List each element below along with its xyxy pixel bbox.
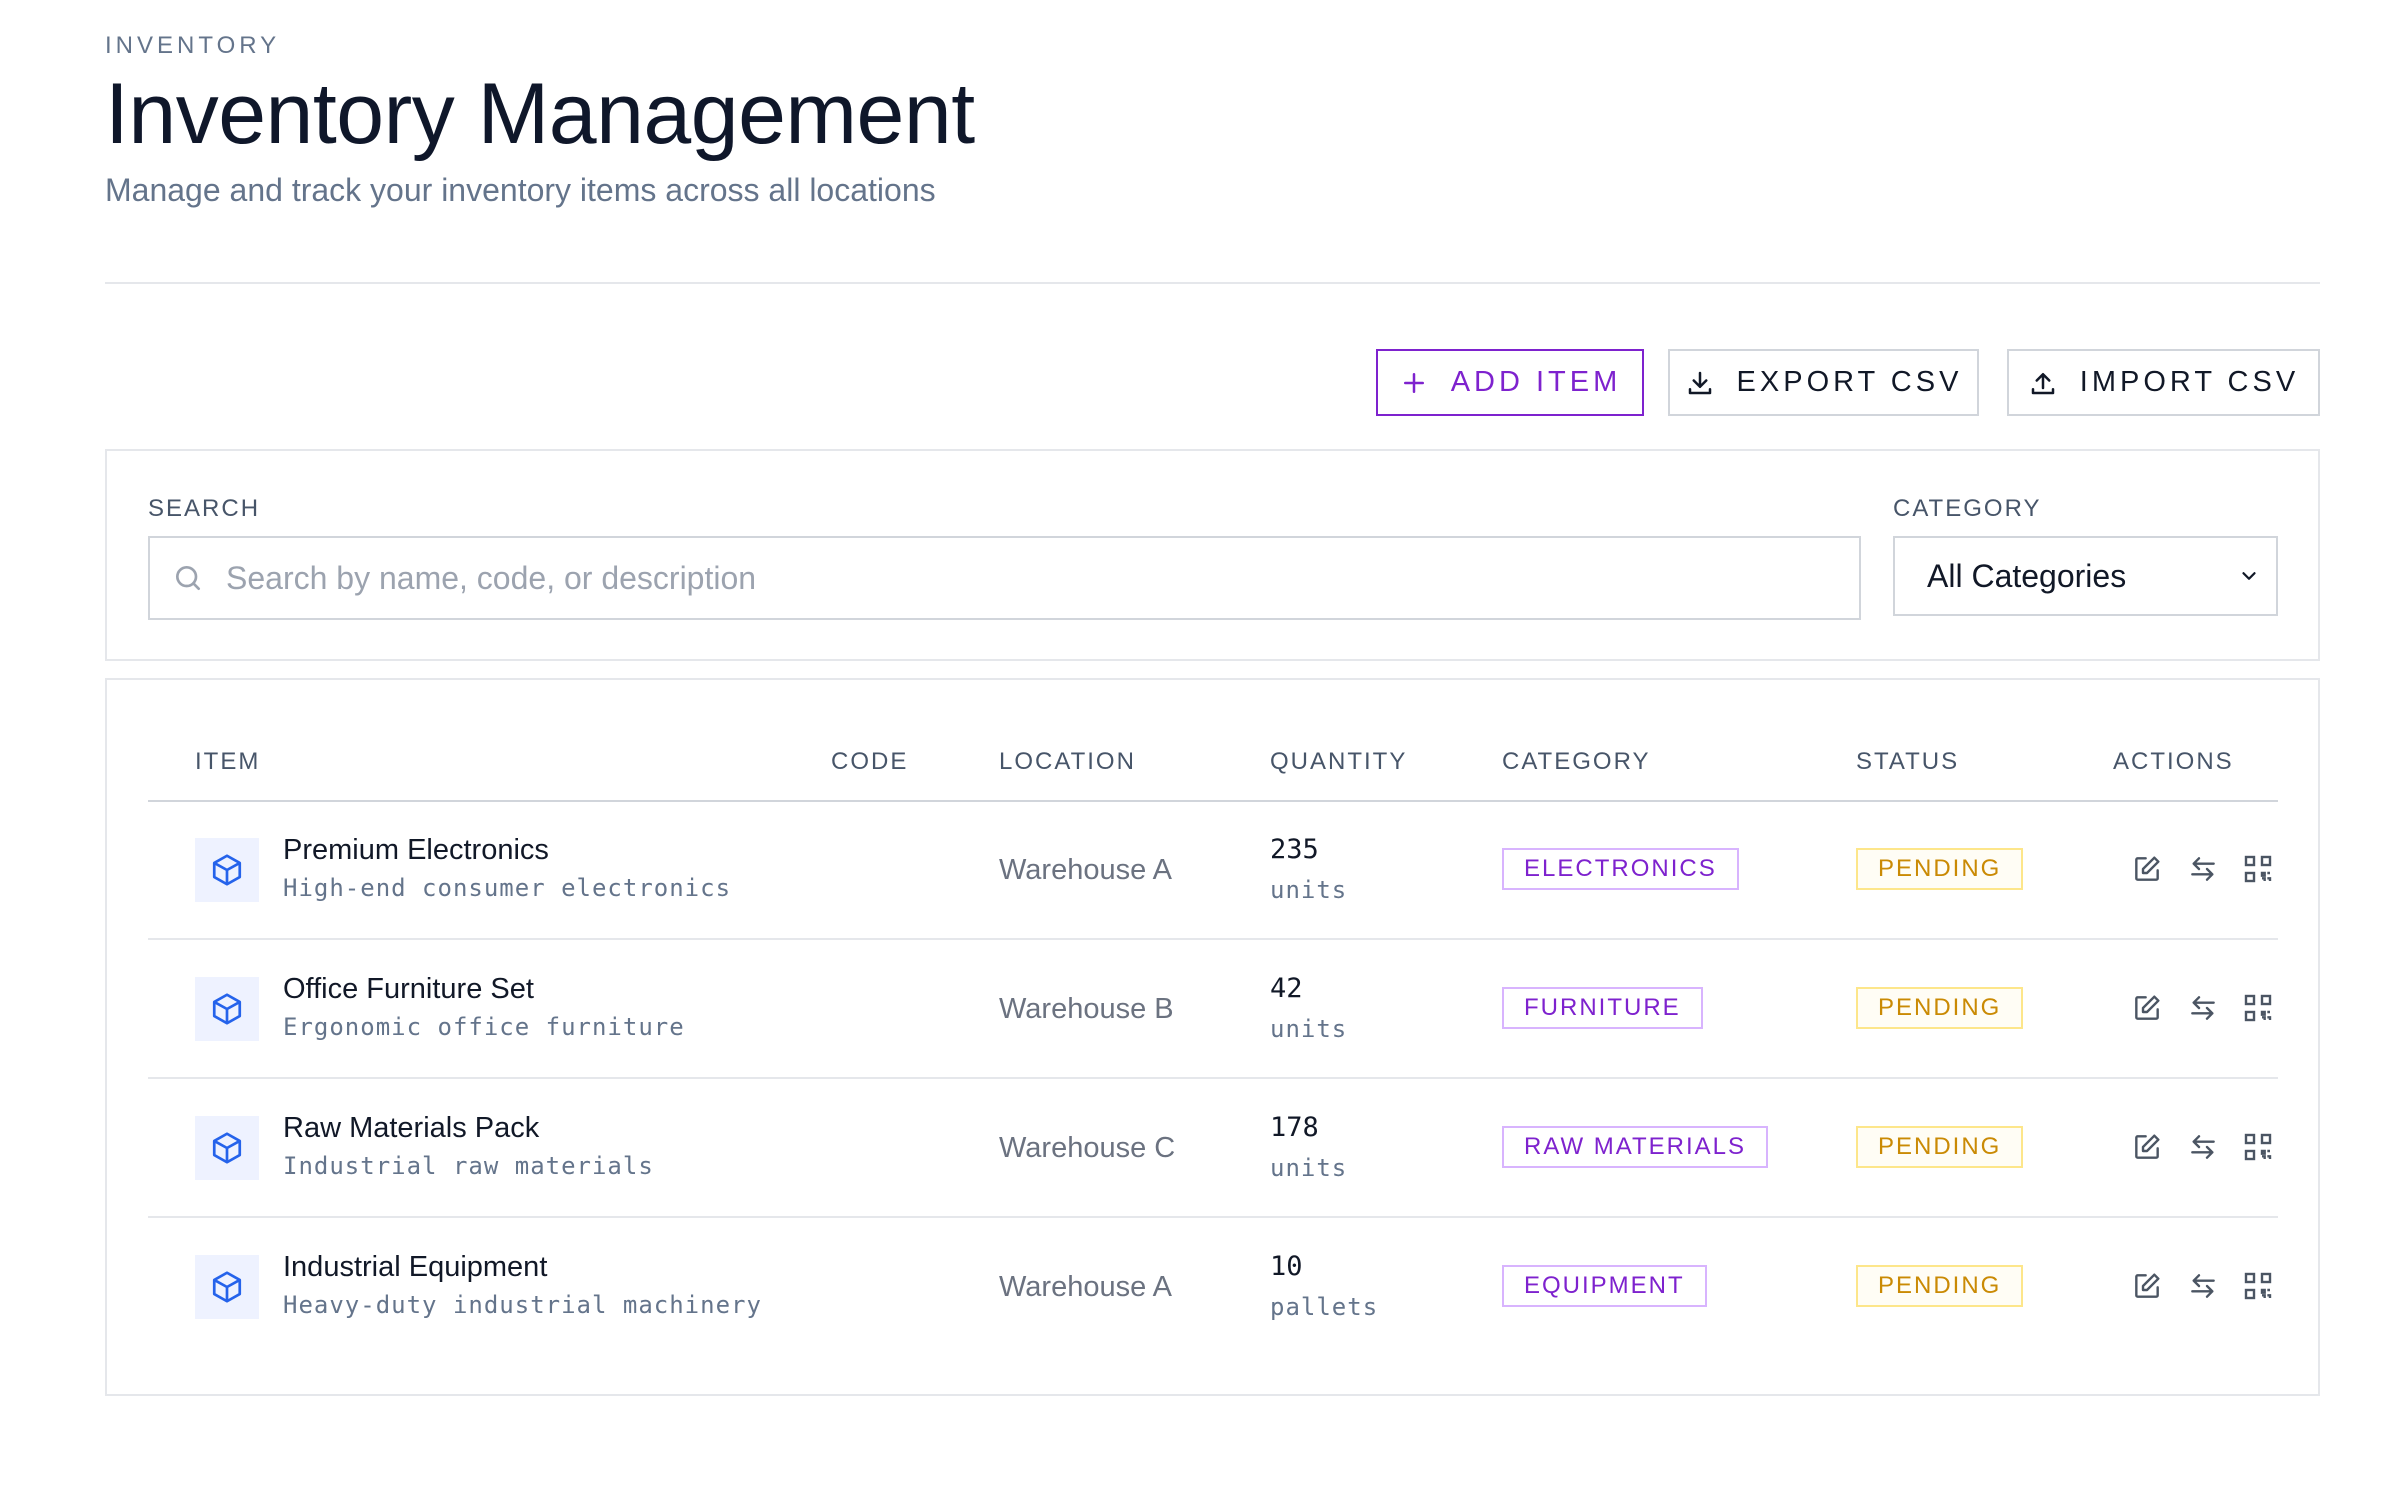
item-icon-tile xyxy=(195,838,259,902)
item-icon-tile xyxy=(195,977,259,1041)
item-icon-tile xyxy=(195,1255,259,1319)
item-location: Warehouse A xyxy=(999,1271,1173,1303)
page: INVENTORY Inventory Management Manage an… xyxy=(105,0,2320,1492)
export-csv-button[interactable]: EXPORT CSV xyxy=(1668,349,1979,416)
box-icon xyxy=(212,993,242,1025)
download-icon xyxy=(1688,371,1711,394)
edit-icon xyxy=(2135,856,2160,881)
table-row[interactable]: Premium Electronics High-end consumer el… xyxy=(148,802,2278,940)
header-divider xyxy=(105,282,2320,284)
qr-code-icon xyxy=(2244,1133,2272,1161)
status-badge: PENDING xyxy=(1856,987,2024,1029)
transfer-icon xyxy=(2191,996,2215,1020)
filter-panel: SEARCH CATEGORY All Categories xyxy=(105,449,2320,661)
table-row[interactable]: Industrial Equipment Heavy-duty industri… xyxy=(148,1219,2278,1357)
edit-button[interactable] xyxy=(2130,1130,2164,1164)
status-badge: PENDING xyxy=(1856,848,2024,890)
category-label: CATEGORY xyxy=(1893,495,2042,522)
edit-icon xyxy=(2135,1134,2160,1159)
edit-icon xyxy=(2135,995,2160,1020)
item-quantity: 10 xyxy=(1270,1251,1303,1282)
item-description: Ergonomic office furniture xyxy=(283,1013,685,1041)
edit-button[interactable] xyxy=(2130,852,2164,886)
column-header-quantity: QUANTITY xyxy=(1270,748,1408,775)
column-header-location: LOCATION xyxy=(999,748,1136,775)
category-select-value: All Categories xyxy=(1927,557,2127,594)
box-icon xyxy=(212,854,242,886)
search-field[interactable] xyxy=(148,536,1861,620)
import-csv-label: IMPORT CSV xyxy=(2079,366,2300,398)
qr-code-button[interactable] xyxy=(2241,1269,2275,1303)
item-name: Premium Electronics xyxy=(283,834,549,866)
upload-icon xyxy=(2031,372,2055,394)
item-unit: units xyxy=(1270,1154,1348,1182)
edit-icon xyxy=(2135,1273,2160,1298)
column-header-category: CATEGORY xyxy=(1502,748,1651,775)
item-location: Warehouse C xyxy=(999,1132,1176,1164)
search-icon xyxy=(176,566,200,590)
qr-code-button[interactable] xyxy=(2241,991,2275,1025)
status-badge: PENDING xyxy=(1856,1265,2024,1307)
item-description: High-end consumer electronics xyxy=(283,874,732,902)
qr-code-icon xyxy=(2244,855,2272,883)
item-unit: units xyxy=(1270,876,1348,904)
import-csv-button[interactable]: IMPORT CSV xyxy=(2007,349,2320,416)
column-header-item: ITEM xyxy=(195,748,261,775)
category-select[interactable]: All Categories xyxy=(1893,536,2278,616)
column-header-code: CODE xyxy=(831,748,909,775)
category-badge: RAW MATERIALS xyxy=(1502,1126,1769,1168)
box-icon xyxy=(212,1132,242,1164)
qr-code-icon xyxy=(2244,1272,2272,1300)
transfer-icon xyxy=(2191,857,2215,881)
item-unit: units xyxy=(1270,1015,1348,1043)
export-csv-label: EXPORT CSV xyxy=(1736,366,1963,398)
qr-code-button[interactable] xyxy=(2241,1130,2275,1164)
item-name: Office Furniture Set xyxy=(283,973,534,1005)
table-row[interactable]: Raw Materials Pack Industrial raw materi… xyxy=(148,1080,2278,1218)
box-icon xyxy=(212,1271,242,1303)
qr-code-button[interactable] xyxy=(2241,852,2275,886)
qr-code-icon xyxy=(2244,994,2272,1022)
column-header-actions: ACTIONS xyxy=(2113,748,2234,775)
item-location: Warehouse B xyxy=(999,993,1174,1025)
item-name: Industrial Equipment xyxy=(283,1251,548,1283)
item-description: Heavy-duty industrial machinery xyxy=(283,1291,762,1319)
page-title: Inventory Management xyxy=(105,66,975,162)
item-location: Warehouse A xyxy=(999,854,1173,886)
item-quantity: 42 xyxy=(1270,973,1303,1004)
transfer-icon xyxy=(2191,1135,2215,1159)
chevron-down-icon xyxy=(2242,572,2256,580)
transfer-button[interactable] xyxy=(2186,1130,2220,1164)
transfer-button[interactable] xyxy=(2186,852,2220,886)
transfer-button[interactable] xyxy=(2186,991,2220,1025)
category-badge: FURNITURE xyxy=(1502,987,1703,1029)
category-badge: EQUIPMENT xyxy=(1502,1265,1707,1307)
search-input[interactable] xyxy=(226,559,1826,597)
item-name: Raw Materials Pack xyxy=(283,1112,540,1144)
breadcrumb: INVENTORY xyxy=(105,32,281,59)
edit-button[interactable] xyxy=(2130,991,2164,1025)
status-badge: PENDING xyxy=(1856,1126,2024,1168)
transfer-icon xyxy=(2191,1274,2215,1298)
item-description: Industrial raw materials xyxy=(283,1152,654,1180)
add-item-button[interactable]: ADD ITEM xyxy=(1376,349,1644,416)
item-quantity: 235 xyxy=(1270,834,1319,865)
item-quantity: 178 xyxy=(1270,1112,1319,1143)
add-item-label: ADD ITEM xyxy=(1450,366,1622,398)
table-row[interactable]: Office Furniture Set Ergonomic office fu… xyxy=(148,941,2278,1079)
edit-button[interactable] xyxy=(2130,1269,2164,1303)
inventory-table: ITEM CODE LOCATION QUANTITY CATEGORY STA… xyxy=(105,678,2320,1396)
category-badge: ELECTRONICS xyxy=(1502,848,1739,890)
search-label: SEARCH xyxy=(148,495,261,522)
page-subtitle: Manage and track your inventory items ac… xyxy=(105,172,936,208)
item-icon-tile xyxy=(195,1116,259,1180)
transfer-button[interactable] xyxy=(2186,1269,2220,1303)
plus-icon xyxy=(1403,372,1424,393)
column-header-status: STATUS xyxy=(1856,748,1960,775)
item-unit: pallets xyxy=(1270,1293,1379,1321)
